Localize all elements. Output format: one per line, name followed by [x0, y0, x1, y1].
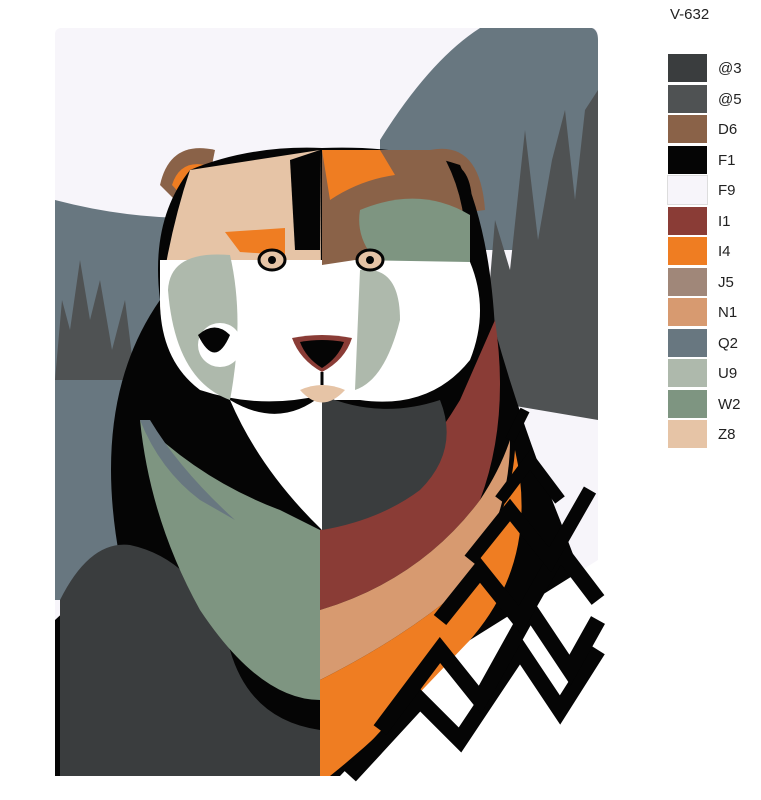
color-code: U9 [718, 365, 738, 382]
palette-item: J5 [668, 267, 758, 299]
color-code: F9 [718, 182, 736, 199]
color-code: I4 [718, 243, 731, 260]
color-code: @3 [718, 60, 742, 77]
color-swatch [668, 206, 707, 235]
color-swatch [667, 175, 708, 205]
color-code: I1 [718, 212, 731, 230]
color-swatch [668, 420, 707, 448]
palette-item: I1 [668, 206, 758, 238]
color-swatch [668, 84, 707, 113]
color-code: @5 [718, 90, 742, 108]
color-code: D6 [718, 121, 738, 138]
palette-item: @3 [668, 54, 758, 85]
color-code: Q2 [718, 334, 739, 352]
color-palette: @3 @5 D6 F1 F9 I1 I4 J5 N1 Q2 U9 W2 Z8 [667, 54, 758, 451]
color-code: W2 [718, 395, 741, 413]
color-code: Z8 [718, 426, 736, 443]
color-code: F1 [718, 151, 736, 169]
color-code: J5 [718, 273, 734, 291]
color-swatch [668, 359, 707, 387]
color-code: N1 [718, 304, 738, 321]
palette-item: @5 [668, 84, 758, 116]
color-swatch [668, 328, 707, 357]
palette-item: F1 [668, 145, 758, 177]
palette-item: D6 [668, 115, 758, 146]
color-swatch [668, 54, 707, 82]
palette-item: U9 [668, 359, 758, 390]
palette-item: N1 [668, 298, 758, 329]
color-swatch [668, 267, 707, 296]
bear-artwork [0, 0, 640, 800]
color-swatch [668, 145, 707, 174]
palette-item: Z8 [668, 420, 758, 451]
color-swatch [668, 298, 707, 326]
color-swatch [668, 389, 707, 418]
palette-item: Q2 [668, 328, 758, 360]
palette-item: W2 [668, 389, 758, 421]
color-swatch [668, 115, 707, 143]
palette-item: I4 [668, 237, 758, 268]
color-swatch [668, 237, 707, 265]
palette-item: F9 [667, 175, 758, 207]
sheet-code: V-632 [670, 6, 710, 23]
